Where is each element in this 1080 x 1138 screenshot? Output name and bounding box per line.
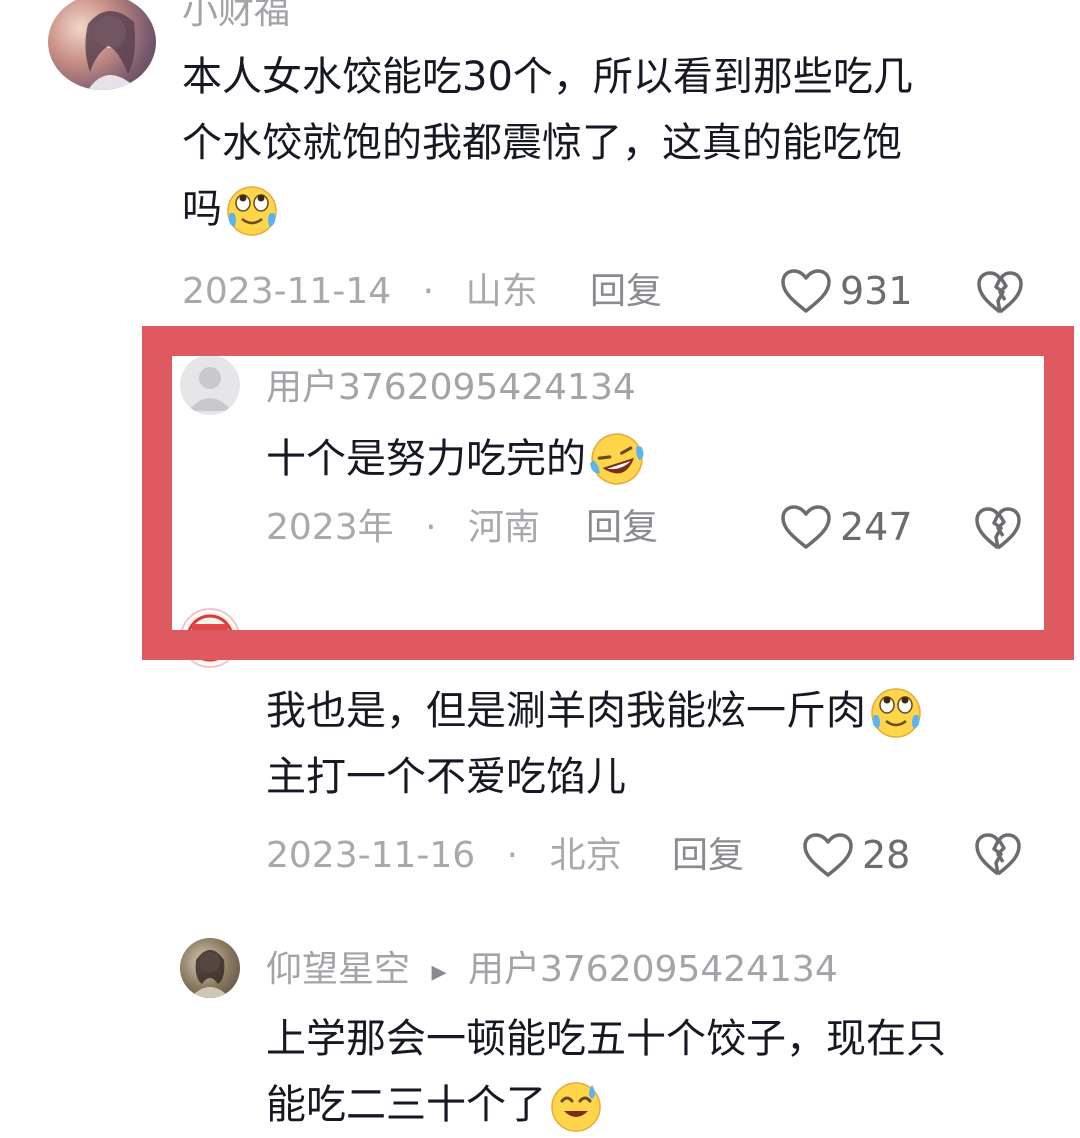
comment-text-line: 能吃二三十个了 [266,1072,1066,1138]
heart-icon [803,833,853,877]
avatar-image [190,950,230,998]
comment-text-line: 吗 [182,176,1042,242]
avatar[interactable] [48,0,156,90]
heart-icon [781,269,831,313]
avatar[interactable] [180,938,240,998]
comment-text-line: 主打一个不爱吃馅儿 [266,754,626,800]
comment-text: 本人女水饺能吃30个，所以看到那些吃几 个水饺就饱的我都震惊了，这真的能吃饱 吗 [182,44,1042,242]
reply-to-username[interactable]: 用户3762095424134 [468,949,838,990]
highlight-frame [142,326,1074,660]
comment-text: 我也是，但是涮羊肉我能炫一斤肉 主打一个不爱吃馅儿 [266,678,1046,810]
like-count: 931 [840,269,913,313]
like-count: 28 [862,833,911,877]
comment-text-line: 本人女水饺能吃30个，所以看到那些吃几 [182,54,913,100]
comment-username-link[interactable]: 仰望星空 [266,949,410,990]
broken-heart-icon[interactable] [974,832,1022,878]
comment-location: 山东 [465,271,538,312]
avatar-image [85,10,138,90]
comment-meta: 2023-11-16 · 北京 [266,838,622,874]
meta-separator: · [422,271,435,312]
reply-button[interactable]: 回复 [672,838,744,874]
comment-date: 2023-11-14 [182,271,392,312]
reply-button[interactable]: 回复 [590,274,662,310]
comment-text-line: 我也是，但是涮羊肉我能炫一斤肉 [266,678,1046,744]
meta-separator: · [506,835,519,876]
comment-location: 北京 [549,835,622,876]
reply-arrow-icon: ▸ [431,954,447,989]
comment-meta: 2023-11-14 · 山东 [182,274,538,310]
comment-date: 2023-11-16 [266,835,476,876]
like-button[interactable]: 28 [802,832,910,878]
rolling-eyes-tears-emoji [871,688,921,738]
sweat-smile-emoji [551,1082,601,1132]
broken-heart-icon[interactable] [976,270,1024,316]
comment-text-line: 个水饺就饱的我都震惊了，这真的能吃饱 [182,120,902,166]
comment-text-line: 上学那会一顿能吃五十个饺子，现在只 [266,1016,946,1062]
comment-username[interactable]: 小财福 [182,0,290,30]
like-button[interactable]: 931 [780,268,913,314]
rolling-eyes-tears-emoji [227,186,277,236]
comment-text: 上学那会一顿能吃五十个饺子，现在只 能吃二三十个了 [266,1006,1066,1138]
comment-username: 仰望星空 ▸ 用户3762095424134 [266,952,838,988]
